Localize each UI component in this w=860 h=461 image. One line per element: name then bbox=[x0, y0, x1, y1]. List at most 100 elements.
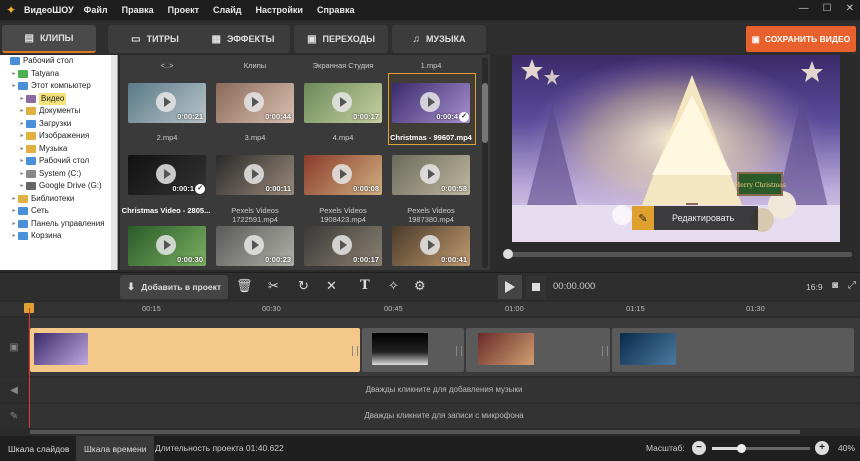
scrollbar-thumb[interactable] bbox=[482, 83, 488, 143]
scissors-icon[interactable]: ✂ bbox=[268, 278, 279, 294]
minimize-icon[interactable]: — bbox=[799, 3, 809, 14]
tree-item[interactable]: ▸ Google Drive (G:) bbox=[0, 180, 117, 193]
tab-titles[interactable]: ▭ ТИТРЫ bbox=[108, 25, 202, 53]
clip-thumbnail[interactable]: 0:00:1 ✓ bbox=[128, 155, 206, 195]
expand-icon[interactable]: ▸ bbox=[10, 80, 18, 93]
settings-gear-icon[interactable]: ⚙ bbox=[414, 278, 426, 294]
expand-icon[interactable]: ▸ bbox=[18, 143, 26, 156]
expand-icon[interactable]: ▸ bbox=[18, 105, 26, 118]
expand-icon[interactable]: ▸ bbox=[18, 130, 26, 143]
maximize-icon[interactable]: ☐ bbox=[823, 3, 832, 14]
add-to-project-button[interactable]: ⬇ Добавить в проект bbox=[120, 275, 228, 299]
close-icon[interactable]: ✕ bbox=[846, 3, 854, 14]
clip-thumbnail[interactable]: 0:00:23 bbox=[216, 226, 294, 266]
gallery-header[interactable]: <..> bbox=[124, 61, 210, 70]
timeline-clip[interactable] bbox=[612, 328, 854, 372]
gallery-header[interactable]: 1.mp4 bbox=[388, 61, 474, 70]
trash-icon[interactable]: 🗑 bbox=[236, 278, 253, 294]
menu-project[interactable]: Проект bbox=[168, 5, 199, 15]
clip-grip[interactable] bbox=[352, 346, 358, 356]
camera-icon[interactable]: ◙ bbox=[832, 280, 838, 291]
save-video-button[interactable]: ▣ СОХРАНИТЬ ВИДЕО bbox=[746, 26, 856, 52]
clip-grip[interactable] bbox=[602, 346, 608, 356]
play-button[interactable] bbox=[498, 275, 522, 299]
aspect-ratio[interactable]: 16:9 bbox=[806, 282, 823, 292]
tree-item[interactable]: ▸ Сеть bbox=[0, 205, 117, 218]
tree-item[interactable]: ▸ Tatyana bbox=[0, 68, 117, 81]
edit-button[interactable]: ✎ Редактировать bbox=[632, 206, 758, 230]
expand-icon[interactable]: ▸ bbox=[10, 193, 18, 206]
expand-icon[interactable]: ▸ bbox=[10, 230, 18, 243]
gallery-header[interactable]: Экранная Студия bbox=[300, 61, 386, 70]
timeline-scrollbar[interactable] bbox=[30, 430, 800, 434]
tree-item[interactable]: ▸ Документы bbox=[0, 105, 117, 118]
tree-item[interactable]: ▸ Библиотеки bbox=[0, 193, 117, 206]
slides-timeline-tab[interactable]: Шкала слайдов bbox=[0, 436, 77, 461]
timeline-clip[interactable] bbox=[362, 328, 464, 372]
clip-thumbnail[interactable]: 0:00:30 bbox=[128, 226, 206, 266]
video-track[interactable]: ▣ bbox=[0, 318, 860, 376]
tree-item[interactable]: ▸ System (C:) bbox=[0, 168, 117, 181]
gallery-scrollbar[interactable] bbox=[482, 57, 488, 268]
tree-item[interactable]: ▸ Музыка bbox=[0, 143, 117, 156]
clip-thumbnail[interactable]: 0:00:21 bbox=[128, 83, 206, 123]
tree-item[interactable]: ▸ Загрузки bbox=[0, 118, 117, 131]
clip-thumbnail[interactable]: 0:00:08 bbox=[304, 155, 382, 195]
fullscreen-icon[interactable]: ⤢ bbox=[848, 280, 856, 291]
menu-help[interactable]: Справка bbox=[317, 5, 354, 15]
tree-item[interactable]: ▸ Этот компьютер bbox=[0, 80, 117, 93]
clip-thumbnail[interactable]: 0:00:11 bbox=[216, 155, 294, 195]
tab-effects[interactable]: ▦ ЭФФЕКТЫ bbox=[196, 25, 290, 53]
clip-thumbnail[interactable]: 0:00:44 bbox=[216, 83, 294, 123]
expand-icon[interactable]: ▸ bbox=[10, 68, 18, 81]
tree-item[interactable]: ▸ Рабочий стол bbox=[0, 155, 117, 168]
tree-item[interactable]: ▸ Корзина bbox=[0, 230, 117, 243]
preview-image: Merry Christmas ✎ Редактировать bbox=[512, 55, 840, 242]
expand-icon[interactable]: ▸ bbox=[18, 155, 26, 168]
menu-file[interactable]: Файл bbox=[84, 5, 108, 15]
tree-item[interactable]: ▸ Изображения bbox=[0, 130, 117, 143]
expand-icon[interactable]: ▸ bbox=[10, 205, 18, 218]
rotate-icon[interactable]: ↻ bbox=[298, 278, 309, 294]
zoom-knob[interactable] bbox=[737, 444, 747, 453]
clip-thumbnail[interactable]: 0:00:41 bbox=[392, 226, 470, 266]
tree-item[interactable]: ▸ Панель управления bbox=[0, 218, 117, 231]
zoom-out-button[interactable]: − bbox=[692, 441, 706, 455]
expand-icon[interactable]: ▸ bbox=[18, 180, 26, 193]
zoom-slider[interactable] bbox=[712, 444, 810, 453]
zoom-in-button[interactable]: + bbox=[815, 441, 829, 455]
tree-item[interactable]: Рабочий стол bbox=[0, 55, 117, 68]
clip-thumbnail[interactable]: 0:00:4 ✓ bbox=[392, 83, 470, 123]
text-tool-icon[interactable]: T bbox=[360, 278, 370, 293]
clip-thumbnail[interactable]: 0:00:17 bbox=[304, 226, 382, 266]
folder-icon bbox=[18, 207, 28, 216]
clip-thumbnail[interactable]: 0:00:17 bbox=[304, 83, 382, 123]
timeline-clip[interactable] bbox=[466, 328, 610, 372]
music-track[interactable]: ◀ Дважды кликните для добавления музыки bbox=[0, 378, 860, 402]
preview-seekbar[interactable] bbox=[503, 249, 852, 259]
expand-icon[interactable]: ▸ bbox=[18, 93, 26, 106]
timeline-ruler[interactable]: 00:15 00:30 00:45 01:00 01:15 01:30 bbox=[0, 302, 860, 316]
menu-slide[interactable]: Слайд bbox=[213, 5, 241, 15]
menu-settings[interactable]: Настройки bbox=[255, 5, 302, 15]
expand-icon[interactable]: ▸ bbox=[18, 118, 26, 131]
timeline-clip[interactable] bbox=[30, 328, 360, 372]
mute-icon[interactable]: ✕ bbox=[326, 278, 337, 294]
stop-button[interactable] bbox=[526, 275, 546, 299]
menu-edit[interactable]: Правка bbox=[122, 5, 154, 15]
expand-icon[interactable]: ▸ bbox=[10, 218, 18, 231]
tab-music[interactable]: ♫ МУЗЫКА bbox=[392, 25, 486, 53]
clip-grip[interactable] bbox=[456, 346, 462, 356]
gallery-header[interactable]: Клипы bbox=[212, 61, 298, 70]
expand-icon[interactable]: ▸ bbox=[18, 168, 26, 181]
tab-clips[interactable]: ▤ КЛИПЫ bbox=[2, 25, 96, 53]
playhead[interactable] bbox=[29, 308, 30, 428]
tab-transitions[interactable]: ▣ ПЕРЕХОДЫ bbox=[294, 25, 388, 53]
mic-track[interactable]: ✎ Дважды кликните для записи с микрофона bbox=[0, 404, 860, 428]
tree-item[interactable]: ▸ Видео bbox=[0, 92, 117, 106]
magic-wand-tool-icon[interactable]: ✧ bbox=[388, 278, 399, 294]
clip-thumbnail[interactable]: 0:00:58 bbox=[392, 155, 470, 195]
seek-knob[interactable] bbox=[503, 249, 513, 259]
tree-scrollbar[interactable] bbox=[111, 55, 117, 270]
time-timeline-tab[interactable]: Шкала времени bbox=[76, 436, 155, 461]
